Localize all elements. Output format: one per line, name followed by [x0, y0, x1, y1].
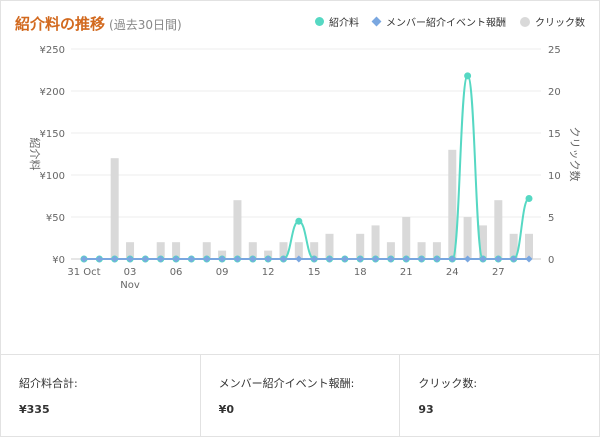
- x-tick-label: 21: [400, 267, 413, 278]
- click-bar: [233, 200, 242, 259]
- fee-point: [295, 217, 303, 225]
- stat-label: クリック数:: [418, 377, 478, 390]
- click-bar: [402, 217, 411, 259]
- stat-clicks: クリック数: 93: [400, 355, 599, 437]
- click-bar: [525, 233, 533, 259]
- y-right-tick-label: 20: [548, 87, 561, 98]
- chart-subtitle: (過去30日間): [109, 18, 182, 32]
- chart-title: 紹介料の推移: [15, 15, 106, 33]
- click-bar: [494, 200, 503, 259]
- legend-item-clicks[interactable]: クリック数: [520, 14, 585, 29]
- y-right-tick-label: 10: [548, 171, 561, 182]
- stat-label: 紹介料合計:: [19, 377, 78, 390]
- stats-row: 紹介料合計: ¥335 メンバー紹介イベント報酬: ¥0 クリック数: 93: [1, 354, 599, 437]
- y-right-tick-label: 25: [548, 45, 561, 56]
- diamond-marker-icon: [371, 16, 382, 27]
- stat-value: ¥335: [19, 403, 50, 416]
- bar-marker-icon: [520, 16, 530, 27]
- stat-label: メンバー紹介イベント報酬:: [218, 377, 355, 390]
- y-left-tick-label: ¥250: [40, 45, 65, 56]
- x-tick-label: 31 Oct: [67, 267, 100, 278]
- x-tick-label: 12: [262, 267, 275, 278]
- x-tick-label: 24: [446, 267, 459, 278]
- fee-point: [464, 72, 472, 80]
- x-tick-label: 03: [124, 267, 137, 278]
- stat-event-reward: メンバー紹介イベント報酬: ¥0: [201, 355, 401, 437]
- y-left-tick-label: ¥150: [40, 129, 65, 140]
- y-left-tick-label: ¥200: [40, 87, 65, 98]
- legend-label-event-reward: メンバー紹介イベント報酬: [386, 18, 506, 29]
- x-tick-label: 09: [216, 267, 229, 278]
- y-left-tick-label: ¥0: [52, 255, 65, 266]
- stat-fee-total: 紹介料合計: ¥335: [1, 355, 201, 437]
- fee-series-line: [84, 74, 530, 260]
- click-bar: [463, 217, 472, 259]
- legend-item-event-reward[interactable]: メンバー紹介イベント報酬: [371, 14, 506, 29]
- y-right-tick-label: 5: [548, 213, 554, 224]
- chart-legend: 紹介料 メンバー紹介イベント報酬 クリック数: [301, 14, 585, 29]
- click-bar: [325, 233, 334, 259]
- x-tick-label: 06: [170, 267, 183, 278]
- circle-marker-icon: [315, 17, 324, 26]
- fee-point: [525, 195, 533, 203]
- referral-chart: ¥0 0 ¥50 5 ¥100 10 ¥150 15 ¥200 20 ¥250 25 紹介料 クリック数 3…: [28, 45, 581, 291]
- x-tick-label: 18: [354, 267, 367, 278]
- y-right-axis-label: クリック数: [568, 127, 581, 182]
- legend-label-fee: 紹介料: [329, 18, 359, 29]
- stat-value: ¥0: [218, 403, 234, 416]
- y-right-tick-label: 15: [548, 129, 561, 140]
- y-left-tick-label: ¥50: [46, 213, 65, 224]
- x-tick-label: 27: [492, 267, 505, 278]
- click-bar: [356, 233, 365, 259]
- chart-header: 紹介料の推移 (過去30日間): [15, 13, 182, 37]
- y-left-tick-label: ¥100: [40, 171, 65, 182]
- click-bar: [110, 158, 119, 259]
- click-bar: [371, 225, 380, 259]
- y-right-tick-label: 0: [548, 255, 554, 266]
- legend-item-fee[interactable]: 紹介料: [315, 14, 359, 29]
- referral-chart-card: 紹介料の推移 (過去30日間) 紹介料 メンバー紹介イベント報酬 クリック数 ¥…: [0, 0, 600, 437]
- x-tick-sublabel: Nov: [120, 280, 140, 291]
- y-left-axis-label: 紹介料: [28, 138, 42, 171]
- legend-label-clicks: クリック数: [535, 18, 585, 29]
- stat-value: 93: [418, 403, 434, 416]
- x-tick-label: 15: [308, 267, 321, 278]
